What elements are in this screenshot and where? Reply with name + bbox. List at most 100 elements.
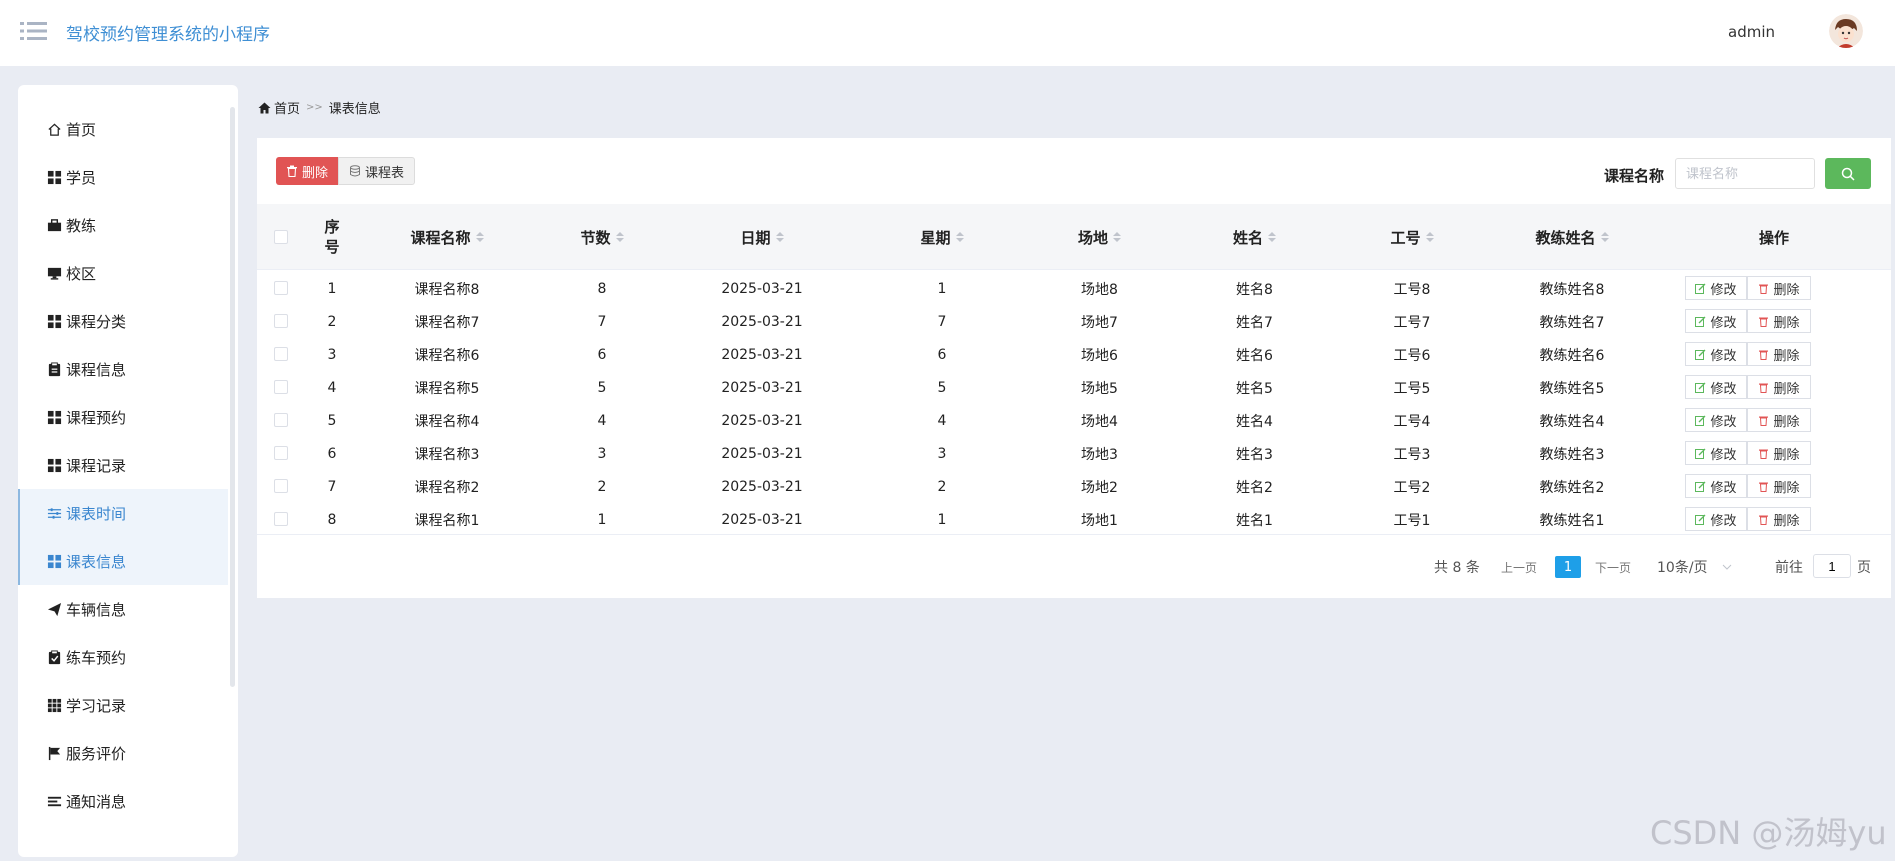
sidebar: 首页 学员 教练 校区 课程分类 课程信息 课程预约 课程记录 课表时间 课表信…	[18, 85, 238, 857]
clipboard-icon	[46, 361, 62, 377]
edit-button[interactable]: 修改	[1685, 276, 1747, 300]
page-size-select[interactable]: 10条/页	[1657, 556, 1735, 578]
sidebar-item-coaches[interactable]: 教练	[18, 201, 228, 249]
avatar[interactable]	[1829, 14, 1863, 48]
sidebar-item-notice[interactable]: 通知消息	[18, 777, 228, 825]
sidebar-item-label: 学习记录	[66, 696, 127, 715]
col-header-label: 教练姓名	[1535, 228, 1596, 247]
col-header-name[interactable]: 姓名	[1177, 204, 1332, 270]
sort-icon[interactable]	[475, 232, 484, 242]
sidebar-item-home[interactable]: 首页	[18, 105, 228, 153]
select-all-checkbox[interactable]	[274, 230, 288, 244]
sidebar-item-course-booking[interactable]: 课程预约	[18, 393, 228, 441]
menu-toggle-icon[interactable]	[20, 20, 47, 42]
sliders-icon	[46, 505, 62, 521]
cell-date: 2025-03-21	[721, 478, 803, 495]
table-row: 7 课程名称2 2 2025-03-21 2 场地2 姓名2 工号2 教练姓名2 修改 删除	[257, 470, 1891, 503]
cell-staff-id: 工号6	[1393, 347, 1431, 364]
delete-button[interactable]: 删除	[1747, 309, 1811, 333]
bulk-delete-button[interactable]: 删除	[276, 157, 338, 185]
col-header-label: 日期	[740, 228, 771, 247]
cell-lessons: 5	[597, 379, 607, 396]
edit-button[interactable]: 修改	[1685, 408, 1747, 432]
pagination-current-page[interactable]: 1	[1555, 556, 1581, 578]
col-header-coach-name[interactable]: 教练姓名	[1492, 204, 1652, 270]
pagination-next-button[interactable]: 下一页	[1595, 556, 1631, 578]
cell-venue: 场地7	[1081, 314, 1118, 331]
trash-icon	[1759, 284, 1769, 294]
col-header-date[interactable]: 日期	[662, 204, 862, 270]
sidebar-item-students[interactable]: 学员	[18, 153, 228, 201]
pagination-jump-input[interactable]	[1813, 554, 1851, 578]
schedule-label: 课程表	[364, 165, 404, 181]
col-header-venue[interactable]: 场地	[1022, 204, 1177, 270]
sort-icon[interactable]	[1268, 232, 1276, 242]
sidebar-item-course-category[interactable]: 课程分类	[18, 297, 228, 345]
sidebar-item-label: 学员	[66, 168, 97, 187]
pagination-prev-button[interactable]: 上一页	[1501, 556, 1537, 578]
edit-button[interactable]: 修改	[1685, 507, 1747, 531]
sidebar-item-service-review[interactable]: 服务评价	[18, 729, 228, 777]
row-checkbox[interactable]	[274, 347, 288, 361]
col-header-staff-id[interactable]: 工号	[1332, 204, 1492, 270]
sidebar-item-schedule-info[interactable]: 课表信息	[18, 537, 228, 585]
breadcrumb-home[interactable]: 首页	[274, 98, 300, 117]
delete-button[interactable]: 删除	[1747, 474, 1811, 498]
delete-button[interactable]: 删除	[1747, 408, 1811, 432]
sidebar-item-practice-booking[interactable]: 练车预约	[18, 633, 228, 681]
delete-button[interactable]: 删除	[1747, 507, 1811, 531]
sort-icon[interactable]	[1113, 232, 1121, 242]
sort-icon[interactable]	[615, 232, 624, 242]
edit-button[interactable]: 修改	[1685, 309, 1747, 333]
sidebar-item-label: 校区	[66, 264, 97, 283]
col-header-label: 课程名称	[410, 228, 471, 247]
sidebar-item-label: 课程信息	[66, 360, 127, 379]
watermark: CSDN @汤姆yu	[1650, 814, 1887, 852]
row-checkbox[interactable]	[274, 380, 288, 394]
cell-course-name: 课程名称3	[414, 446, 480, 463]
sidebar-item-study-record[interactable]: 学习记录	[18, 681, 228, 729]
col-header-lessons[interactable]: 节数	[542, 204, 662, 270]
row-checkbox[interactable]	[274, 479, 288, 493]
delete-button[interactable]: 删除	[1747, 375, 1811, 399]
sidebar-item-course-record[interactable]: 课程记录	[18, 441, 228, 489]
cell-course-name: 课程名称8	[414, 281, 480, 298]
sidebar-item-campus[interactable]: 校区	[18, 249, 228, 297]
sidebar-item-course-info[interactable]: 课程信息	[18, 345, 228, 393]
sort-icon[interactable]	[1425, 232, 1434, 242]
table-bottom-border	[257, 534, 1891, 535]
table-row: 3 课程名称6 6 2025-03-21 6 场地6 姓名6 工号6 教练姓名6 修改 删除	[257, 338, 1891, 371]
user-name[interactable]: admin	[1728, 23, 1775, 41]
sort-icon[interactable]	[1600, 232, 1609, 242]
edit-button[interactable]: 修改	[1685, 441, 1747, 465]
app-title: 驾校预约管理系统的小程序	[66, 25, 270, 45]
sort-icon[interactable]	[955, 232, 964, 242]
sidebar-item-vehicle[interactable]: 车辆信息	[18, 585, 228, 633]
cell-weekday: 5	[937, 379, 947, 396]
row-checkbox[interactable]	[274, 512, 288, 526]
delete-button[interactable]: 删除	[1747, 441, 1811, 465]
edit-button[interactable]: 修改	[1685, 474, 1747, 498]
search-button[interactable]	[1825, 158, 1871, 189]
schedule-button[interactable]: 课程表	[338, 157, 415, 185]
sidebar-scrollbar[interactable]	[230, 107, 235, 687]
delete-button[interactable]: 删除	[1747, 342, 1811, 366]
row-checkbox[interactable]	[274, 446, 288, 460]
sort-icon[interactable]	[775, 232, 784, 242]
edit-button[interactable]: 修改	[1685, 375, 1747, 399]
course-name-search-input[interactable]	[1675, 158, 1815, 189]
edit-label: 修改	[1710, 381, 1737, 397]
row-checkbox[interactable]	[274, 281, 288, 295]
cell-lessons: 3	[597, 445, 607, 462]
sidebar-item-schedule-time[interactable]: 课表时间	[18, 489, 228, 537]
edit-button[interactable]: 修改	[1685, 342, 1747, 366]
cell-weekday: 1	[937, 280, 947, 297]
row-checkbox[interactable]	[274, 413, 288, 427]
delete-button[interactable]: 删除	[1747, 276, 1811, 300]
col-header-course-name[interactable]: 课程名称	[352, 204, 542, 270]
row-checkbox[interactable]	[274, 314, 288, 328]
col-header-weekday[interactable]: 星期	[862, 204, 1022, 270]
cell-coach-name: 教练姓名7	[1539, 314, 1605, 331]
cell-coach-name: 教练姓名3	[1539, 446, 1605, 463]
cell-coach-name: 教练姓名2	[1539, 479, 1605, 496]
